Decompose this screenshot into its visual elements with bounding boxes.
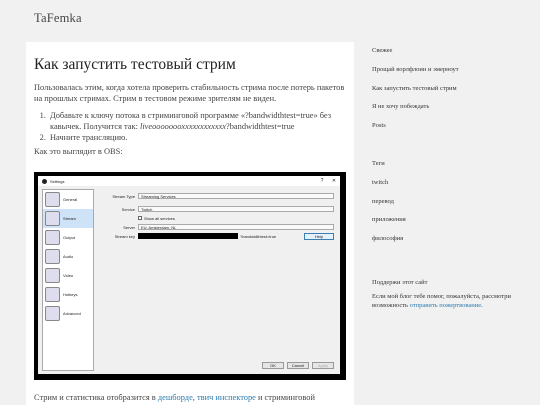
obs-sidebar: General Stream Output Audio Video Hotkey… [42, 189, 94, 371]
stream-type-select[interactable]: Streaming Services [138, 193, 334, 199]
step-1: Добавьте к ключу потока в стриминговой п… [48, 110, 352, 132]
show-all-label: Show all services [144, 215, 175, 221]
stream-type-label: Stream Type [112, 193, 135, 199]
tag-item[interactable]: twitch [372, 178, 532, 187]
tag-item[interactable]: приложения [372, 215, 532, 224]
stream-key-field[interactable] [138, 233, 238, 239]
obs-logo-icon [42, 178, 47, 184]
obs-titlebar: Settings ? ✕ [38, 176, 340, 186]
keyboard-icon [45, 287, 60, 302]
support-text: Если мой блог тебе помог, пожалуйста, ра… [372, 292, 532, 310]
step-1-key: liveoooooooxxxxxxxxxxxx [140, 122, 227, 131]
obs-caption: Как это выглядит в OBS: [34, 147, 123, 156]
stream-key-label: Stream key [114, 233, 135, 239]
server-value: EU: Amsterdam, NL [141, 224, 177, 230]
service-select[interactable]: Twitch [138, 206, 334, 212]
support-text-end: . [481, 302, 483, 309]
post-intro: Пользовалась этим, когда хотела проверит… [34, 83, 345, 103]
sidebar-item-label: Audio [63, 254, 74, 259]
sidebar-item-video[interactable]: Video [43, 266, 93, 285]
help-button[interactable]: Help [304, 232, 334, 240]
service-label: Service [121, 206, 135, 212]
sidebar-item-output[interactable]: Output [43, 228, 93, 247]
help-control[interactable]: ? [316, 176, 328, 186]
step-2: Начните трансляцию. [48, 132, 352, 143]
support-heading: Поддержи этот сайт [372, 279, 428, 286]
apply-button[interactable]: Apply [312, 362, 334, 369]
stream-key-suffix: ?bandwidthtest=true [240, 233, 277, 239]
tags-heading: Теги [372, 160, 385, 167]
stream-form: Stream Type Streaming Services Service Twi… [98, 192, 334, 241]
monitor-icon [45, 268, 60, 283]
sidebar-item-audio[interactable]: Audio [43, 247, 93, 266]
recent-item[interactable]: Я не хочу побеждать [372, 102, 532, 111]
server-label: Server [123, 224, 135, 230]
steps-list: Добавьте к ключу потока в стриминговой п… [48, 110, 352, 143]
speaker-icon [45, 249, 60, 264]
gears-icon [45, 306, 60, 321]
bottom-text-end: и стриминговой [255, 393, 315, 402]
post: Как запустить тестовый стрим Пользовалас… [34, 56, 352, 157]
recent-item[interactable]: Прощай ворлфлоин и эмерноут [372, 65, 532, 74]
obs-screenshot: Settings ? ✕ General Stream Output Audio… [34, 172, 346, 380]
sidebar-item-hotkeys[interactable]: Hotkeys [43, 285, 93, 304]
sidebar-item-general[interactable]: General [43, 190, 93, 209]
obs-window-title: Settings [50, 178, 65, 184]
sidebar-item-stream[interactable]: Stream [43, 209, 93, 228]
stream-type-value: Streaming Services [141, 193, 176, 199]
bottom-text-start: Стрим и статистика отобразится в [34, 393, 158, 402]
recent-item[interactable]: Как запустить тестовый стрим [372, 84, 532, 93]
step-1-suffix: ?bandwidthtest=true [226, 122, 295, 131]
globe-icon [45, 211, 60, 226]
blog-sidebar: Свежее Прощай ворлфлоин и эмерноут Как з… [372, 46, 532, 310]
sidebar-item-label: Output [63, 235, 76, 240]
server-select[interactable]: EU: Amsterdam, NL [138, 224, 334, 230]
sidebar-item-advanced[interactable]: Advanced [43, 304, 93, 323]
inspector-link[interactable]: твич инспекторе [197, 393, 256, 402]
dashboard-link[interactable]: дешборде [158, 393, 193, 402]
recent-item[interactable]: Posts [372, 121, 532, 130]
sidebar-item-label: Stream [63, 216, 76, 221]
broadcast-icon [45, 230, 60, 245]
site-title[interactable]: TaFemka [34, 11, 82, 26]
show-all-checkbox[interactable] [138, 216, 142, 220]
tag-item[interactable]: философия [372, 234, 532, 243]
obs-settings-window: Settings ? ✕ General Stream Output Audio… [38, 176, 340, 374]
cancel-button[interactable]: Cancel [287, 362, 309, 369]
gear-icon [45, 192, 60, 207]
sidebar-item-label: General [63, 197, 78, 202]
close-icon[interactable]: ✕ [328, 176, 340, 186]
recent-heading: Свежее [372, 47, 393, 54]
sidebar-item-label: Hotkeys [63, 292, 78, 297]
ok-button[interactable]: OK [262, 362, 284, 369]
post-title: Как запустить тестовый стрим [34, 56, 236, 73]
sidebar-item-label: Video [63, 273, 74, 278]
sidebar-item-label: Advanced [63, 311, 81, 316]
post-bottom-text: Стрим и статистика отобразится в дешборд… [34, 392, 354, 403]
donate-link[interactable]: отправить пожертвование [410, 302, 481, 309]
tag-item[interactable]: перевод [372, 197, 532, 206]
service-value: Twitch [141, 206, 153, 212]
